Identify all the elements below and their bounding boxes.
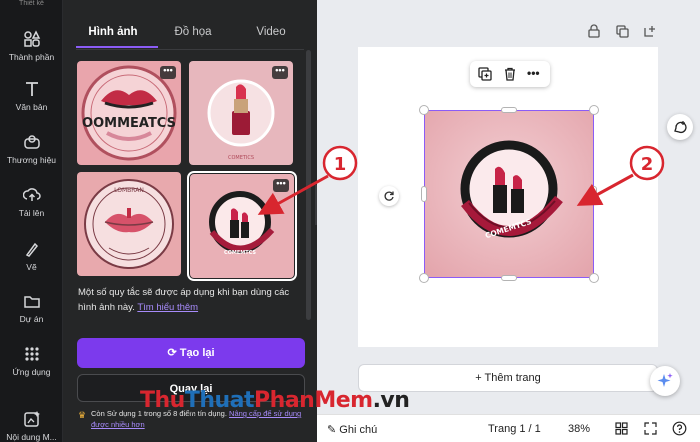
regenerate-label: Tạo lại [179, 347, 215, 359]
watermark-part-1: Thu [140, 388, 185, 413]
more-options-button[interactable]: ••• [272, 66, 288, 79]
notes-button[interactable]: ✎ Ghi chú [327, 423, 377, 436]
comment-icon [674, 121, 687, 134]
rail-item-brand[interactable]: Thương hiệu [0, 133, 63, 165]
resize-handle-bottom[interactable] [501, 275, 517, 281]
result-thumbnail-1[interactable]: OOMMEATCS ••• [77, 61, 181, 165]
page-indicator[interactable]: Trang 1 / 1 [488, 423, 541, 435]
rail-label: Dự án [19, 314, 44, 324]
watermark-part-3: PhanMem [254, 388, 373, 413]
rail-item-upload[interactable]: Tải lên [0, 186, 63, 218]
copy-icon[interactable] [478, 67, 492, 81]
sparkle-icon [657, 373, 673, 387]
grid-view-icon[interactable] [615, 422, 628, 435]
more-icon[interactable]: ••• [527, 66, 540, 80]
context-toolbar: ••• [470, 61, 550, 87]
tab-images[interactable]: Hình ảnh [78, 26, 148, 38]
rail-label: Vẽ [26, 262, 37, 272]
resize-handle-br[interactable] [589, 273, 599, 283]
notes-icon: ✎ [327, 424, 337, 436]
text-icon [25, 82, 38, 96]
bottom-bar: ✎ Ghi chú Trang 1 / 1 38% [317, 414, 700, 442]
thumb-3-text: LOMBRAN [114, 187, 144, 194]
fullscreen-icon[interactable] [644, 422, 657, 435]
watermark-part-4: .vn [372, 388, 410, 413]
crown-icon: ♛ [78, 410, 87, 420]
result-thumbnail-4[interactable]: COMEMTCS ••• [187, 171, 297, 281]
more-options-button[interactable]: ••• [273, 179, 289, 192]
upload-icon [22, 188, 41, 201]
result-thumbnail-2[interactable]: COMETICS ••• [189, 61, 293, 165]
selection-box[interactable] [424, 110, 594, 278]
help-icon[interactable] [672, 421, 687, 436]
rail-item-draw[interactable]: Vẽ [0, 240, 63, 272]
resize-handle-tl[interactable] [419, 105, 429, 115]
add-comment-button[interactable] [667, 114, 693, 140]
thumb-1-text: OOMMEATCS [82, 116, 176, 131]
duplicate-page-icon[interactable] [615, 24, 629, 38]
regenerate-button[interactable]: ⟳ Tạo lại [77, 338, 305, 368]
brand-icon [23, 135, 40, 149]
thumb-2-text: COMETICS [228, 155, 254, 161]
magic-assistant-button[interactable] [650, 366, 680, 396]
rotate-button[interactable] [379, 186, 399, 206]
draw-icon [25, 242, 38, 257]
apps-icon [24, 347, 39, 361]
more-options-button[interactable]: ••• [160, 66, 176, 79]
watermark-part-2: Thuat [184, 388, 255, 413]
tab-graphics[interactable]: Đồ họa [158, 26, 228, 38]
active-tab-indicator [76, 46, 158, 48]
resize-handle-top[interactable] [501, 107, 517, 113]
left-rail: Thiết kế Thành phần Văn bản Thương hiệu … [0, 0, 63, 442]
zoom-level[interactable]: 38% [568, 423, 590, 435]
elements-icon [23, 30, 40, 47]
tab-video[interactable]: Video [236, 26, 306, 38]
rail-item-projects[interactable]: Dự án [0, 292, 63, 324]
resize-handle-right[interactable] [591, 186, 597, 202]
magic-media-icon [23, 411, 40, 427]
rail-item-magic-media[interactable]: Nội dung M... [0, 410, 63, 442]
resize-handle-left[interactable] [421, 186, 427, 202]
rail-label: Thương hiệu [6, 155, 57, 165]
add-page-icon[interactable] [643, 24, 657, 38]
rail-item-text[interactable]: Văn bản [0, 80, 63, 112]
lips-badge-image: LOMBRAN [84, 179, 174, 269]
rail-label: Ứng dụng [12, 367, 51, 377]
rotate-icon [384, 191, 394, 201]
rail-item-apps[interactable]: Ứng dụng [0, 345, 63, 377]
panel-scrollbar[interactable] [306, 50, 311, 320]
rail-item-elements[interactable]: Thành phần [0, 30, 63, 62]
learn-more-link[interactable]: Tìm hiểu thêm [137, 302, 198, 313]
folder-icon [23, 296, 40, 308]
side-panel: Hình ảnh Đồ họa Video OOMMEATCS ••• COME… [63, 0, 317, 442]
usage-info: Một số quy tắc sẽ được áp dụng khi bạn d… [78, 285, 303, 315]
rail-label: Tải lên [18, 208, 45, 218]
resize-handle-bl[interactable] [419, 273, 429, 283]
resize-handle-tr[interactable] [589, 105, 599, 115]
refresh-icon: ⟳ [167, 347, 177, 359]
rail-label: Văn bản [15, 102, 48, 112]
canvas-area: COMEMTCS ••• + Thêm trang [317, 0, 700, 442]
rail-label: Thành phần [8, 52, 55, 62]
notes-label: Ghi chú [339, 424, 378, 436]
watermark: ThuThuatPhanMem.vn [140, 388, 410, 413]
rail-label: Nội dung M... [6, 432, 57, 442]
result-thumbnail-3[interactable]: LOMBRAN [77, 172, 181, 276]
trash-icon[interactable] [503, 67, 517, 81]
rail-top-label: Thiết kế [19, 0, 44, 6]
thumb-4-text: COMEMTCS [224, 250, 256, 256]
lock-icon[interactable] [587, 24, 601, 38]
